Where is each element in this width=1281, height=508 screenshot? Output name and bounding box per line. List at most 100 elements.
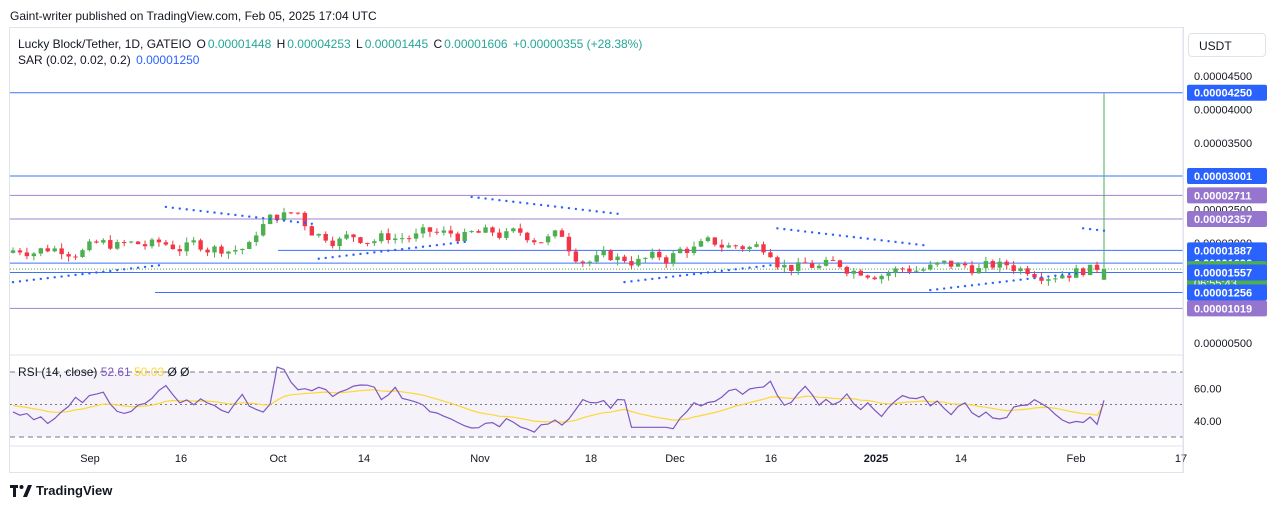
candle-body — [399, 238, 405, 240]
sar-dot — [1095, 228, 1099, 232]
sar-dot — [539, 203, 543, 207]
rsi-label[interactable]: RSI (14, close) — [18, 365, 97, 379]
currency-button[interactable]: USDT — [1188, 33, 1266, 57]
candle-body — [747, 246, 752, 250]
candle-body — [622, 256, 627, 262]
sar-dot — [456, 241, 459, 244]
candle-body — [1025, 268, 1030, 275]
sar-dot — [373, 251, 376, 254]
candle-body — [1046, 279, 1051, 281]
sar-dot — [11, 280, 15, 284]
sar-dot — [25, 279, 29, 282]
sar-dot — [1033, 276, 1036, 280]
candle-body — [1087, 264, 1093, 276]
price-label-text: 0.00004250 — [1194, 88, 1252, 100]
price-chart[interactable]: 0.000045000.000040000.000035000.00003000… — [0, 0, 1281, 508]
rsi-extra-2: Ø — [180, 365, 190, 379]
candle-body — [948, 260, 954, 267]
sar-dot — [769, 264, 772, 267]
sar-dot — [387, 249, 390, 252]
candle-body — [775, 257, 780, 268]
sar-dot — [963, 284, 967, 288]
sar-dot — [1026, 277, 1029, 281]
candle-body — [754, 244, 759, 247]
price-label-text: 0.00002357 — [1194, 214, 1252, 226]
sar-dot — [908, 242, 911, 245]
sar-dot — [234, 213, 237, 217]
sar-dot — [553, 205, 557, 208]
x-tick-label: 16 — [175, 453, 187, 465]
sar-dot — [282, 219, 286, 222]
sar-dot — [1040, 276, 1043, 279]
candle-body — [149, 239, 155, 247]
candle-body — [386, 233, 391, 241]
sar-dot — [470, 195, 473, 199]
sar-dot — [776, 227, 779, 230]
sar-dot — [60, 275, 63, 278]
candle-body — [677, 248, 683, 254]
candle-body — [80, 250, 85, 257]
sar-label[interactable]: SAR (0.02, 0.02, 0.2) — [18, 53, 131, 67]
candle-body — [330, 240, 335, 247]
sar-dot — [970, 284, 974, 287]
sar-dot — [866, 237, 869, 240]
candle-body — [24, 252, 30, 257]
change-value: +0.00000355 (+28.38%) — [512, 37, 643, 51]
sar-dot — [352, 253, 355, 256]
sar-dot — [956, 285, 960, 289]
rsi-tick-label: 60.00 — [1194, 383, 1222, 395]
x-tick-label: 16 — [765, 453, 777, 465]
candle-body — [907, 268, 912, 272]
x-tick-label: 17 — [1175, 453, 1187, 465]
candle-body — [935, 262, 940, 265]
candle-body — [121, 242, 127, 244]
sar-dot — [790, 228, 793, 232]
sar-dot — [192, 208, 195, 212]
candle-body — [101, 240, 106, 243]
candle-body — [490, 227, 495, 233]
candle-body — [879, 275, 884, 280]
sar-dot — [498, 198, 501, 202]
candle-body — [719, 244, 725, 248]
sar-dot — [630, 280, 633, 283]
candle-body — [87, 241, 92, 251]
sar-dot — [220, 212, 223, 215]
candle-body — [796, 262, 801, 271]
symbol-title[interactable]: Lucky Block/Tether, 1D, GATEIO — [18, 37, 191, 51]
sar-dot — [532, 202, 536, 206]
sar-dot — [741, 267, 744, 270]
candle-body — [844, 266, 850, 274]
sar-dot — [671, 275, 675, 278]
sar-dot — [699, 272, 703, 275]
open-value: 0.00001448 — [207, 37, 272, 51]
open-label: O — [196, 37, 206, 51]
candle-body — [59, 248, 64, 255]
candle-body — [469, 231, 474, 233]
sar-dot — [46, 276, 49, 280]
candle-body — [768, 252, 773, 258]
sar-dot — [581, 208, 585, 211]
sar-dot — [637, 279, 640, 282]
sar-dot — [185, 208, 188, 211]
candle-body — [73, 256, 78, 258]
candle-body — [441, 230, 447, 233]
sar-dot — [1012, 279, 1015, 282]
candle-body — [830, 259, 836, 261]
candle-body — [476, 231, 481, 233]
candle-body — [455, 233, 460, 242]
tradingview-brand[interactable]: TradingView — [10, 483, 112, 498]
sar-dot — [199, 209, 202, 213]
candle-body — [38, 248, 43, 254]
candle-body — [504, 231, 509, 238]
last-candle-body — [1101, 269, 1107, 280]
close-label: C — [433, 37, 443, 51]
sar-dot — [1054, 274, 1057, 277]
candle-body — [538, 242, 544, 244]
candle-body — [462, 231, 467, 242]
candle-body — [434, 231, 440, 233]
price-label-text: 0.00001019 — [1194, 303, 1252, 315]
candle-body — [802, 262, 808, 264]
sar-dot — [484, 197, 487, 200]
candle-body — [191, 240, 196, 243]
candle-body — [406, 238, 412, 240]
